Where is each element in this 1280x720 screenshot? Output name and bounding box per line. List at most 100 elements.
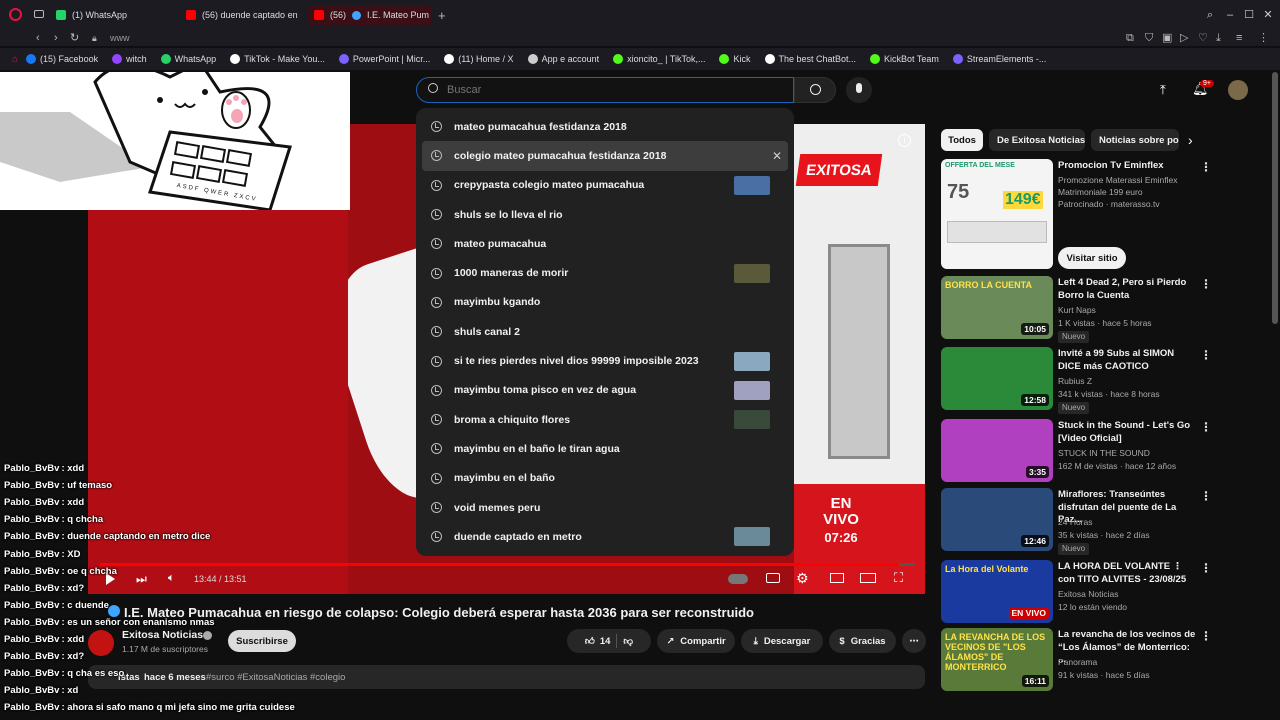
forward-icon[interactable]: › [54,32,58,44]
theater-mode-icon[interactable] [860,573,876,583]
bookmark-item[interactable]: WhatsApp [160,54,216,64]
rec-thumbnail[interactable]: 12:58 [941,347,1053,410]
suggestion-item[interactable]: mayimbu en el baño le tiran agua [416,434,794,463]
suggestion-item[interactable]: mayimbu en el baño [416,464,794,493]
download-icon[interactable]: ⤓ [1216,32,1221,44]
rec-channel[interactable]: Rubius Z [1058,376,1092,386]
bookmark-item[interactable]: (11) Home / X [444,54,514,64]
rec-channel[interactable]: 24 Horas [1058,517,1093,527]
remove-suggestion-icon[interactable]: ✕ [772,149,782,163]
suggestion-item[interactable]: duende captado en metro [416,522,794,551]
close-window-icon[interactable]: ✕ [1262,9,1274,21]
suggestion-item[interactable]: mayimbu kgando [416,288,794,317]
shield-icon[interactable]: ⛉ [1145,32,1153,44]
url-text[interactable]: www [110,32,130,44]
scrollbar[interactable] [1272,72,1278,324]
bookmark-item[interactable]: App e account [527,54,599,64]
workspaces-icon[interactable] [34,10,44,18]
player-icon[interactable]: ♡ [1198,32,1208,44]
more-options-icon[interactable]: ⋮ [1200,489,1212,503]
box-icon[interactable]: ▣ [1162,32,1172,44]
tab-youtube-active[interactable]: (56) I.E. Mateo Pum [308,5,432,25]
menu-icon[interactable]: ⋮ [1258,32,1269,44]
voice-search-button[interactable] [846,77,872,103]
settings-gear-icon[interactable]: ⚙ [796,570,809,587]
suggestion-item[interactable]: mayimbu toma pisco en vez de agua [416,376,794,405]
autoplay-toggle[interactable] [728,574,748,584]
rec-thumbnail[interactable]: 12:46 [941,488,1053,551]
rec-thumbnail[interactable]: OFFERTA DEL MESE 75 149€ [941,159,1053,269]
rec-channel[interactable]: Exitosa Noticias [1058,589,1118,599]
rec-title[interactable]: Stuck in the Sound - Let's Go [Video Ofi… [1058,420,1198,445]
tab-youtube-duende[interactable]: (56) duende captado en [186,5,298,25]
chip-news-politics[interactable]: Noticias sobre po [1091,129,1179,151]
new-tab-button[interactable]: + [438,5,446,25]
fullscreen-icon[interactable]: ⛶ [894,570,903,586]
visit-site-button[interactable]: Visitar sitio [1058,247,1126,269]
search-button[interactable] [794,77,836,103]
account-avatar[interactable] [1228,80,1248,100]
rec-title[interactable]: Promocion Tv Eminflex [1058,160,1198,173]
chevron-right-icon[interactable]: › [1188,132,1193,148]
bookmark-item[interactable]: StreamElements -... [952,54,1046,64]
easy-setup-icon[interactable]: ≡ [1236,32,1242,44]
rec-thumbnail[interactable]: 3:35 [941,419,1053,482]
search-input[interactable] [447,81,777,99]
suggestion-item[interactable]: broma a chiquito flores [416,405,794,434]
rec-thumbnail[interactable]: LA REVANCHA DE LOS VECINOS DE "LOS ÁLAMO… [941,628,1053,691]
chip-all[interactable]: Todos [941,129,983,151]
extension-icon[interactable]: ⧉ [1126,32,1134,44]
rec-thumbnail[interactable]: BORRO LA CUENTA 10:05 [941,276,1053,339]
back-icon[interactable]: ‹ [36,32,40,44]
rec-channel[interactable]: STUCK IN THE SOUND [1058,448,1150,458]
rec-channel[interactable]: Panorama [1058,657,1097,667]
suggestion-item[interactable]: colegio mateo pumacahua festidanza 2018 ✕ [422,141,788,171]
bookmark-item[interactable]: xioncito_ | TikTok,... [613,54,705,64]
more-options-icon[interactable]: ⋮ [1200,277,1212,291]
suggestion-item[interactable]: si te ries pierdes nivel dios 99999 impo… [416,346,794,375]
more-options-icon[interactable]: ⋮ [1200,629,1212,643]
rec-title[interactable]: Invité a 99 Subs al SIMON DICE más CAOTI… [1058,348,1198,373]
minimize-icon[interactable]: – [1224,9,1236,21]
snapshot-icon[interactable]: ▷ [1180,32,1188,44]
download-button[interactable]: ⤓ Descargar [741,629,823,653]
more-options-icon[interactable]: ⋮ [1200,420,1212,434]
opera-logo-icon[interactable] [9,8,22,21]
maximize-icon[interactable]: ☐ [1243,9,1255,21]
share-button[interactable]: ↗ Compartir [657,629,735,653]
suggestion-item[interactable]: 1000 maneras de morir [416,258,794,287]
miniplayer-icon[interactable] [830,573,844,583]
rec-channel[interactable]: Kurt Naps [1058,305,1096,315]
bookmark-item[interactable]: Kick [719,54,751,64]
bookmark-item[interactable]: PowerPoint | Micr... [338,54,430,64]
rec-title[interactable]: LA HORA DEL VOLANTE ⋮ con TITO ALVITES -… [1058,561,1198,586]
suggestion-item[interactable]: crepypasta colegio mateo pumacahua [416,171,794,200]
bookmark-item[interactable]: (15) Facebook [26,54,98,64]
info-icon[interactable]: i [898,134,911,147]
chip-exitosa[interactable]: De Exitosa Noticias [989,129,1085,151]
upload-icon[interactable]: ⤒ [1160,82,1166,98]
suggestion-item[interactable]: mateo pumacahua [416,229,794,258]
speed-dial-icon[interactable]: ⌂ [12,54,18,65]
thumbs-down-icon[interactable]: 👎︎ [623,635,633,647]
bookmark-item[interactable]: The best ChatBot... [764,54,856,64]
bookmark-item[interactable]: KickBot Team [870,54,939,64]
like-button[interactable]: 👍︎ 14 [585,635,611,648]
rec-channel[interactable]: Promozione Materassi Eminflex Matrimonia… [1058,175,1188,198]
thanks-button[interactable]: $ Gracias [829,629,896,653]
subtitles-icon[interactable] [766,573,780,583]
rec-title[interactable]: Left 4 Dead 2, Pero si Pierdo Borro la C… [1058,277,1198,302]
search-tabs-icon[interactable]: ⌕ [1204,9,1216,21]
more-actions-button[interactable]: ⋯ [902,629,926,653]
more-options-icon[interactable]: ⋮ [1200,561,1212,575]
suggestion-item[interactable]: void memes peru [416,493,794,522]
bookmark-item[interactable]: TikTok - Make You... [230,54,325,64]
more-options-icon[interactable]: ⋮ [1200,160,1212,174]
suggestion-item[interactable]: mateo pumacahua festidanza 2018 [416,112,794,141]
tab-whatsapp[interactable]: (1) WhatsApp [56,5,176,25]
more-options-icon[interactable]: ⋮ [1200,348,1212,362]
rec-thumbnail[interactable]: La Hora del Volante EN VIVO [941,560,1053,623]
bookmark-item[interactable]: witch [112,54,147,64]
suggestion-item[interactable]: shuls canal 2 [416,317,794,346]
suggestion-item[interactable]: shuls se lo lleva el rio [416,200,794,229]
